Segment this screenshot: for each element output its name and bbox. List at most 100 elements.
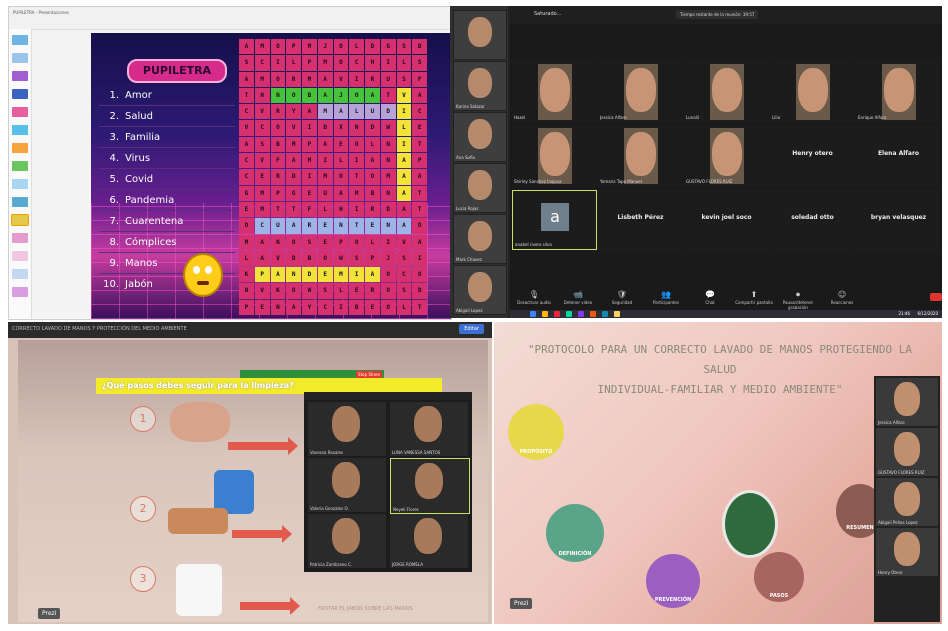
video-tile[interactable]: Lucia Rojas: [453, 163, 507, 213]
taskbar-app-icon[interactable]: [554, 311, 560, 317]
steps-bubble[interactable]: PASOS: [754, 552, 804, 602]
prezi-handwashing-window: CORRECTO LAVADO DE MANOS Y PROTECCIÓN DE…: [8, 322, 492, 624]
slide-thumbnail[interactable]: [12, 53, 28, 63]
grid-cell: M: [302, 71, 317, 87]
word-number: 9.: [109, 257, 119, 269]
participant-tile[interactable]: GUSTAVO FLORES RUIZ: [684, 126, 769, 186]
participant-name: anabel rivero silva: [515, 242, 552, 247]
video-tile[interactable]: Henry Otero: [876, 528, 938, 576]
slide-thumbnail[interactable]: [12, 71, 28, 81]
slide-thumbnail[interactable]: [12, 89, 28, 99]
grid-cell: I: [302, 120, 317, 136]
word-number: 1.: [109, 89, 119, 101]
grid-cell: B: [365, 185, 380, 201]
grid-cell: C: [254, 120, 270, 136]
slide-thumbnail[interactable]: [12, 233, 28, 243]
word-list-item: 7. Cuarentena: [99, 211, 235, 232]
chat-button[interactable]: 💬 Chat: [690, 290, 730, 305]
grid-cell: R: [365, 201, 380, 218]
taskbar-app-icon[interactable]: [566, 311, 572, 317]
share-screen-button[interactable]: ⬆ Compartir pantalla: [734, 290, 774, 305]
participant-tile[interactable]: Shirley Sanchez Inojosa: [512, 126, 597, 186]
stop-video-icon: 📹: [573, 290, 583, 299]
participant-tile[interactable]: LUNA VANESSA SANTOS: [390, 402, 468, 456]
definition-bubble[interactable]: DEFINICIÓN: [546, 504, 604, 562]
participant-tile[interactable]: Yomaris Tapo Manuel: [598, 126, 683, 186]
grid-cell: A: [365, 87, 380, 104]
taskbar-app-icon[interactable]: [590, 311, 596, 317]
chat-icon: 💬: [705, 290, 715, 299]
slide-thumbnail[interactable]: [12, 179, 28, 189]
slide-thumbnail-panel: [9, 29, 32, 319]
meeting-controls: 🎙 Desactivar audio 📹 Detener video 🛡 Segurida…: [510, 286, 942, 310]
share-screen-icon: ⬆: [750, 290, 758, 299]
participant-tile[interactable]: Valeria Gonzales O.: [308, 458, 386, 512]
security-button[interactable]: 🛡 Seguridad: [602, 290, 642, 305]
grid-cell: I: [396, 136, 412, 153]
taskbar-app-icon[interactable]: [602, 311, 608, 317]
edit-button[interactable]: Editar: [459, 324, 484, 334]
grid-cell: O: [380, 267, 396, 283]
prevention-bubble[interactable]: PREVENCIÓN: [646, 554, 700, 608]
participant-video: [414, 406, 442, 442]
participant-tile[interactable]: Jessica Alfaro: [598, 62, 683, 122]
slide-thumbnail[interactable]: [12, 161, 28, 171]
video-tile[interactable]: Mark Chavez: [453, 214, 507, 264]
video-tile[interactable]: GUSTAVO FLORES RUIZ: [876, 428, 938, 476]
taskbar-app-icon[interactable]: [578, 311, 584, 317]
record-button[interactable]: ⏺ Pausar/detener grabación: [778, 290, 818, 310]
participant-tile[interactable]: soledad otto: [770, 190, 855, 250]
slide-thumbnail[interactable]: [12, 197, 28, 207]
slide-thumbnail[interactable]: [12, 287, 28, 297]
participant-tile[interactable]: Hazel: [512, 62, 597, 122]
slide-thumbnail[interactable]: [12, 251, 28, 261]
slide-thumbnail[interactable]: [12, 107, 28, 117]
grid-cell: A: [396, 201, 412, 218]
slide-thumbnail[interactable]: [12, 35, 28, 45]
participant-tile[interactable]: Lunalil: [684, 62, 769, 122]
participant-tile[interactable]: Neyeli Flores: [390, 458, 470, 514]
participant-tile[interactable]: bryan velasquez: [856, 190, 941, 250]
video-tile[interactable]: Abigail Lopez: [453, 265, 507, 315]
taskbar-app-icon[interactable]: [542, 311, 548, 317]
purpose-bubble[interactable]: PROPÓSITO: [508, 404, 564, 460]
video-tile[interactable]: Abigail Peñas Lopez: [876, 478, 938, 526]
slide-thumbnail[interactable]: [12, 125, 28, 135]
participant-tile[interactable]: Lisbeth Pérez: [598, 190, 683, 250]
video-tile[interactable]: Karina Salazar: [453, 61, 507, 111]
participant-tile[interactable]: kevin joel soco: [684, 190, 769, 250]
participant-tile[interactable]: Henry otero: [770, 126, 855, 186]
grid-cell: P: [270, 185, 286, 201]
slide-thumbnail[interactable]: [12, 269, 28, 279]
grid-cell: N: [380, 136, 396, 153]
participant-tile[interactable]: Elena Alfaro: [856, 126, 941, 186]
grid-cell: A: [412, 234, 427, 250]
taskbar-app-icon[interactable]: [614, 311, 620, 317]
video-tile[interactable]: [453, 10, 507, 60]
participant-video: [894, 482, 920, 516]
participant-tile[interactable]: a anabel rivero silva: [512, 190, 597, 250]
grid-cell: O: [349, 136, 364, 153]
participants-button[interactable]: 👥 Participantes: [646, 290, 686, 305]
participant-tile[interactable]: Lilia: [770, 62, 855, 122]
mute-audio-icon: 🎙: [528, 290, 540, 299]
slide-thumbnail-active[interactable]: [11, 214, 29, 226]
participant-tile[interactable]: JORGE ROMELA: [390, 514, 468, 568]
slide-thumbnail[interactable]: [12, 143, 28, 153]
participant-tile[interactable]: Enrique Alfaro: [856, 62, 941, 122]
stop-video-button[interactable]: 📹 Detener video: [558, 290, 598, 305]
grid-cell: I: [396, 104, 412, 120]
video-tile[interactable]: Jessica Alfaro: [876, 378, 938, 426]
reactions-button[interactable]: ☺ Reacciones: [822, 290, 862, 305]
heading-line: INDIVIDUAL-FAMILIAR Y MEDIO AMBIENTE": [597, 383, 843, 396]
end-meeting-button[interactable]: [930, 293, 942, 301]
mute-audio-button[interactable]: 🎙 Desactivar audio: [514, 290, 554, 305]
participant-name: Jessica Alfaro: [878, 420, 905, 425]
participant-video: [894, 432, 920, 466]
video-tile[interactable]: Ana Sofia: [453, 112, 507, 162]
grid-cell: L: [239, 250, 254, 267]
participant-tile[interactable]: Vanessa Rosales: [308, 402, 386, 456]
taskbar-app-icon[interactable]: [530, 311, 536, 317]
participant-tile[interactable]: Patricia Zambrano C.: [308, 514, 386, 568]
grid-cell: A: [239, 39, 254, 55]
